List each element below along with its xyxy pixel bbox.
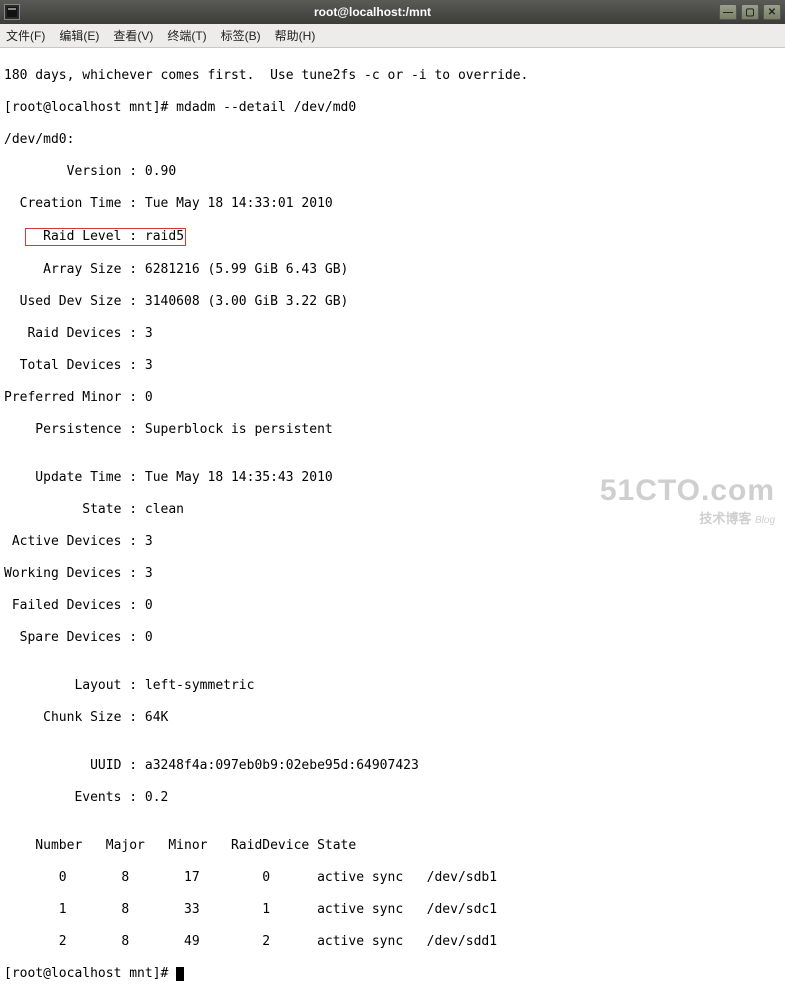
output-line: Used Dev Size : 3140608 (3.00 GiB 3.22 G… xyxy=(4,294,781,310)
output-line: Failed Devices : 0 xyxy=(4,598,781,614)
output-line: Events : 0.2 xyxy=(4,790,781,806)
menu-tabs[interactable]: 标签(B) xyxy=(221,27,261,44)
output-line: Total Devices : 3 xyxy=(4,358,781,374)
menu-view[interactable]: 查看(V) xyxy=(113,27,153,44)
menubar: 文件(F) 编辑(E) 查看(V) 终端(T) 标签(B) 帮助(H) xyxy=(0,24,785,48)
maximize-button[interactable]: ▢ xyxy=(741,4,759,20)
window-titlebar: root@localhost:/mnt — ▢ ✕ xyxy=(0,0,785,24)
output-line: [root@localhost mnt]# mdadm --detail /de… xyxy=(4,100,781,116)
table-header: Number Major Minor RaidDevice State xyxy=(4,838,781,854)
table-row: 0 8 17 0 active sync /dev/sdb1 xyxy=(4,870,781,886)
output-line: /dev/md0: xyxy=(4,132,781,148)
output-line: Chunk Size : 64K xyxy=(4,710,781,726)
raid-level-highlight: Raid Level : raid5 xyxy=(4,228,781,246)
menu-terminal[interactable]: 终端(T) xyxy=(167,27,206,44)
terminal-icon xyxy=(4,4,20,20)
output-line: Creation Time : Tue May 18 14:33:01 2010 xyxy=(4,196,781,212)
menu-help[interactable]: 帮助(H) xyxy=(275,27,316,44)
minimize-button[interactable]: — xyxy=(719,4,737,20)
prompt-line: [root@localhost mnt]# xyxy=(4,966,781,982)
terminal-output[interactable]: 180 days, whichever comes first. Use tun… xyxy=(0,48,785,1000)
highlight-box: Raid Level : raid5 xyxy=(25,228,186,246)
output-line: State : clean xyxy=(4,502,781,518)
table-row: 1 8 33 1 active sync /dev/sdc1 xyxy=(4,902,781,918)
menu-edit[interactable]: 编辑(E) xyxy=(59,27,99,44)
output-line: Active Devices : 3 xyxy=(4,534,781,550)
output-line: 180 days, whichever comes first. Use tun… xyxy=(4,68,781,84)
output-line: UUID : a3248f4a:097eb0b9:02ebe95d:649074… xyxy=(4,758,781,774)
output-line: Layout : left-symmetric xyxy=(4,678,781,694)
output-line: Working Devices : 3 xyxy=(4,566,781,582)
output-line: Version : 0.90 xyxy=(4,164,781,180)
window-title: root@localhost:/mnt xyxy=(26,5,719,19)
output-line: Preferred Minor : 0 xyxy=(4,390,781,406)
output-line: Raid Devices : 3 xyxy=(4,326,781,342)
close-button[interactable]: ✕ xyxy=(763,4,781,20)
menu-file[interactable]: 文件(F) xyxy=(6,27,45,44)
output-line: Update Time : Tue May 18 14:35:43 2010 xyxy=(4,470,781,486)
shell-prompt: [root@localhost mnt]# xyxy=(4,966,176,981)
output-line: Spare Devices : 0 xyxy=(4,630,781,646)
output-line: Array Size : 6281216 (5.99 GiB 6.43 GB) xyxy=(4,262,781,278)
output-line: Persistence : Superblock is persistent xyxy=(4,422,781,438)
table-row: 2 8 49 2 active sync /dev/sdd1 xyxy=(4,934,781,950)
cursor-icon xyxy=(176,967,184,981)
